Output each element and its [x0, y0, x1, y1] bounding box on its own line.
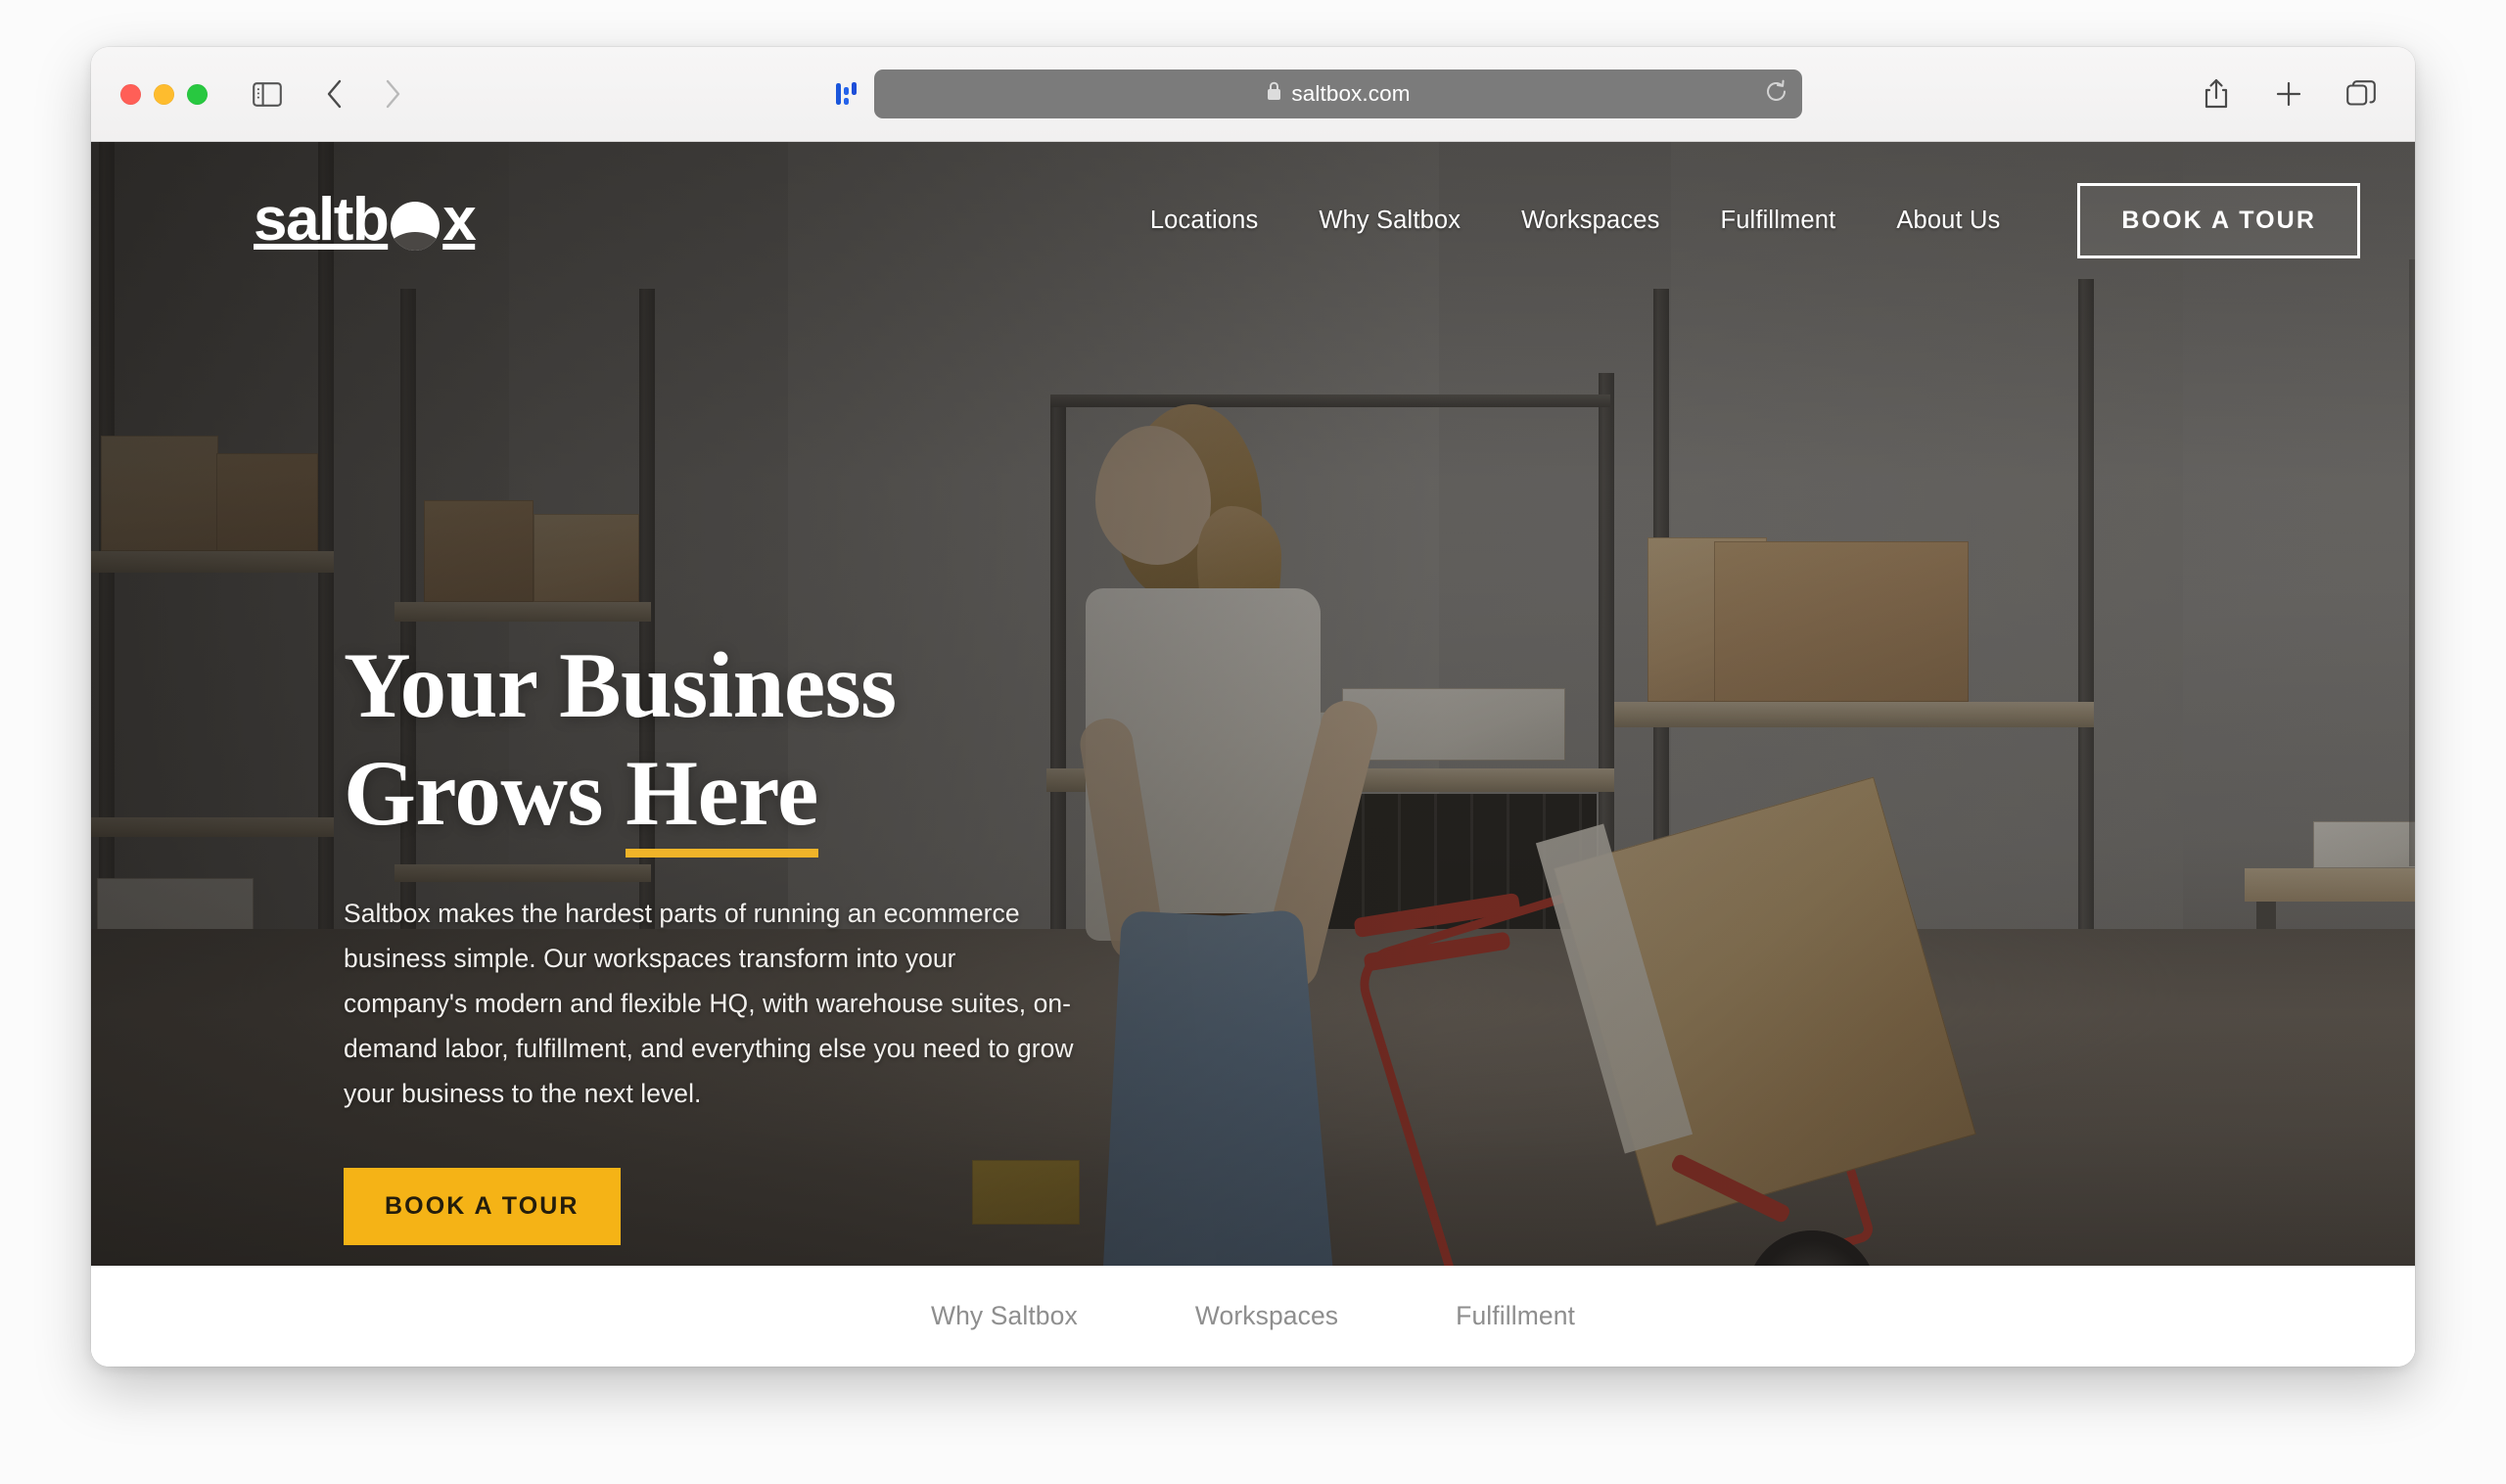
address-bar-content: saltbox.com [1266, 80, 1410, 108]
maximize-window-button[interactable] [187, 83, 208, 105]
section-anchor-bar: Why Saltbox Workspaces Fulfillment [91, 1266, 2415, 1367]
logo-text-before: saltb [254, 186, 390, 254]
reload-icon [1764, 79, 1788, 110]
sidebar-toggle-button[interactable] [245, 73, 290, 115]
logo-text-after: x [442, 186, 476, 254]
navigation-arrows [311, 73, 415, 115]
new-tab-button[interactable] [2266, 73, 2311, 115]
page-viewport: saltb x Locations Why Saltbox Workspaces … [91, 142, 2415, 1367]
main-navigation: Locations Why Saltbox Workspaces Fulfill… [1120, 182, 2360, 258]
grammarly-bars-button[interactable] [824, 73, 869, 115]
nav-item-locations[interactable]: Locations [1120, 197, 1289, 245]
nav-item-about-us[interactable]: About Us [1866, 197, 2030, 245]
chevron-right-icon [384, 79, 402, 109]
tab-overview-button[interactable] [2339, 73, 2384, 115]
close-window-button[interactable] [120, 83, 141, 105]
share-button[interactable] [2194, 73, 2239, 115]
toolbar-right-actions [2194, 73, 2384, 115]
address-bar[interactable]: saltbox.com [874, 70, 1802, 118]
nav-item-workspaces[interactable]: Workspaces [1491, 197, 1690, 245]
hero-content: Your Business Grows Here Saltbox makes t… [344, 631, 1127, 1245]
anchor-link-why-saltbox[interactable]: Why Saltbox [931, 1301, 1078, 1331]
sidebar-icon [253, 81, 282, 107]
grammarly-bars-icon [834, 80, 859, 108]
saltbox-o-mark-icon [391, 202, 441, 251]
hero-section: saltb x Locations Why Saltbox Workspaces … [91, 142, 2415, 1266]
minimize-window-button[interactable] [154, 83, 174, 105]
hero-headline: Your Business Grows Here [344, 631, 1127, 858]
anchor-link-workspaces[interactable]: Workspaces [1195, 1301, 1338, 1331]
hero-headline-line-2-prefix: Grows [344, 741, 626, 846]
hero-headline-line-1: Your Business [344, 633, 897, 737]
back-button[interactable] [311, 73, 356, 115]
lock-icon [1266, 80, 1282, 108]
hero-description: Saltbox makes the hardest parts of runni… [344, 899, 1074, 1108]
browser-window: saltbox.com saltb x Locations Why Saltbo… [91, 47, 2415, 1367]
nav-item-why-saltbox[interactable]: Why Saltbox [1288, 197, 1491, 245]
chevron-left-icon [325, 79, 344, 109]
saltbox-logo[interactable]: saltb x [254, 186, 477, 254]
address-bar-url: saltbox.com [1291, 81, 1411, 106]
header-book-a-tour-button[interactable]: BOOK A TOUR [2077, 182, 2360, 258]
browser-toolbar: saltbox.com [91, 47, 2415, 142]
nav-item-fulfillment[interactable]: Fulfillment [1690, 197, 1866, 245]
plus-icon [2275, 80, 2302, 108]
hero-book-a-tour-button[interactable]: BOOK A TOUR [344, 1167, 621, 1245]
tab-overview-icon [2346, 80, 2376, 108]
share-icon [2204, 78, 2229, 110]
site-header: saltb x Locations Why Saltbox Workspaces … [91, 142, 2415, 299]
window-controls [120, 83, 208, 105]
forward-button[interactable] [370, 73, 415, 115]
reload-button[interactable] [1759, 77, 1792, 111]
anchor-link-fulfillment[interactable]: Fulfillment [1456, 1301, 1575, 1331]
hero-headline-highlight: Here [626, 739, 818, 858]
